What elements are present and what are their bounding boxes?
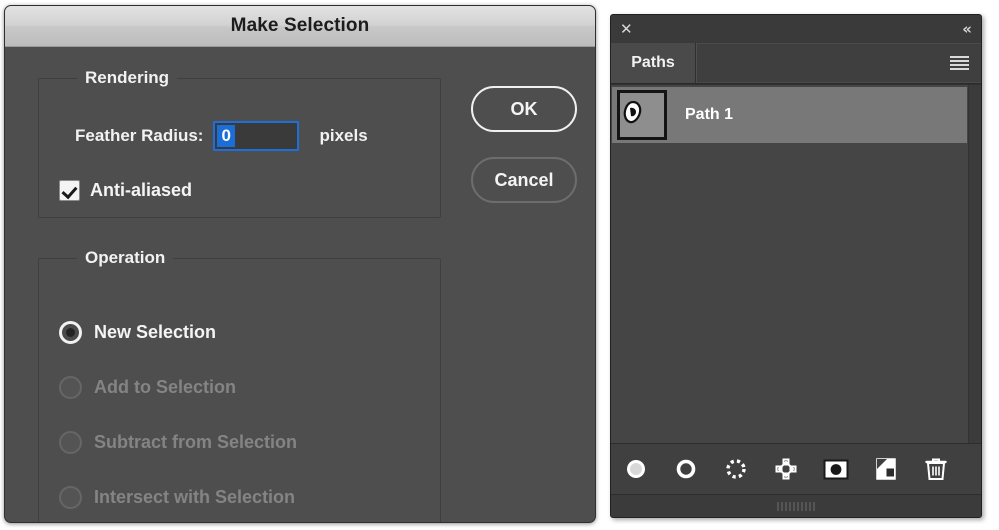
intersect-with-selection-label: Intersect with Selection bbox=[94, 487, 296, 507]
anti-aliased-row[interactable]: Anti-aliased bbox=[59, 180, 192, 201]
add-to-selection-radio[interactable] bbox=[59, 376, 82, 399]
path-shape-icon bbox=[623, 101, 642, 124]
operation-group: Operation New Selection Add to Selection… bbox=[38, 248, 441, 522]
ok-button[interactable]: OK bbox=[471, 86, 577, 132]
paths-list-scrollbar[interactable] bbox=[968, 85, 981, 465]
paths-panel-toolbar bbox=[611, 443, 981, 495]
panel-footer bbox=[611, 495, 981, 517]
subtract-from-selection-radio[interactable] bbox=[59, 431, 82, 454]
close-icon[interactable]: ✕ bbox=[620, 21, 633, 37]
dialog-title-bar: Make Selection bbox=[5, 6, 595, 47]
make-work-path-from-selection-icon[interactable] bbox=[773, 456, 799, 482]
feather-radius-input[interactable]: 0 bbox=[213, 121, 300, 151]
list-item[interactable]: Path 1 bbox=[612, 87, 967, 143]
intersect-with-selection-radio[interactable] bbox=[59, 486, 82, 509]
stroke-path-with-brush-icon[interactable] bbox=[673, 456, 699, 482]
hamburger-menu-icon[interactable] bbox=[950, 56, 969, 70]
dialog-body: Rendering Feather Radius: 0 pixels Anti-… bbox=[5, 47, 595, 522]
path-thumbnail bbox=[617, 90, 667, 140]
panel-top-bar: ✕ « bbox=[611, 15, 981, 43]
tab-bar-filler bbox=[696, 43, 981, 83]
load-path-as-selection-icon[interactable] bbox=[723, 456, 749, 482]
paths-list: Path 1 bbox=[611, 84, 981, 465]
feather-radius-label: Feather Radius: bbox=[75, 126, 204, 145]
add-layer-mask-icon[interactable] bbox=[823, 456, 849, 482]
panel-tab-bar: Paths bbox=[611, 43, 981, 84]
radio-row-subtract-from-selection[interactable]: Subtract from Selection bbox=[59, 431, 297, 454]
collapse-panel-icon[interactable]: « bbox=[962, 21, 972, 37]
new-selection-radio[interactable] bbox=[59, 321, 82, 344]
tab-paths[interactable]: Paths bbox=[611, 43, 696, 83]
delete-current-path-icon[interactable] bbox=[923, 456, 949, 482]
cancel-button[interactable]: Cancel bbox=[471, 157, 577, 203]
add-to-selection-label: Add to Selection bbox=[94, 377, 237, 397]
resize-grip-icon[interactable] bbox=[777, 501, 815, 511]
path-name-label: Path 1 bbox=[685, 106, 734, 123]
fill-path-with-foreground-color-icon[interactable] bbox=[623, 456, 649, 482]
feather-radius-units-label: pixels bbox=[319, 126, 368, 145]
radio-row-add-to-selection[interactable]: Add to Selection bbox=[59, 376, 236, 399]
make-selection-dialog: Make Selection Rendering Feather Radius:… bbox=[4, 5, 596, 523]
feather-radius-row: Feather Radius: 0 pixels bbox=[75, 121, 368, 151]
subtract-from-selection-label: Subtract from Selection bbox=[94, 432, 298, 452]
rendering-group: Rendering Feather Radius: 0 pixels Anti-… bbox=[38, 68, 441, 218]
anti-aliased-checkbox[interactable] bbox=[59, 180, 80, 201]
feather-radius-value: 0 bbox=[217, 125, 235, 147]
rendering-group-legend: Rendering bbox=[77, 68, 178, 88]
radio-row-new-selection[interactable]: New Selection bbox=[59, 321, 216, 344]
radio-row-intersect-with-selection[interactable]: Intersect with Selection bbox=[59, 486, 295, 509]
paths-panel: ✕ « Paths Path 1 bbox=[610, 14, 982, 518]
dialog-title: Make Selection bbox=[230, 15, 370, 36]
anti-aliased-label: Anti-aliased bbox=[90, 180, 193, 200]
new-selection-label: New Selection bbox=[94, 322, 217, 342]
operation-group-legend: Operation bbox=[77, 248, 174, 268]
create-new-path-icon[interactable] bbox=[873, 456, 899, 482]
